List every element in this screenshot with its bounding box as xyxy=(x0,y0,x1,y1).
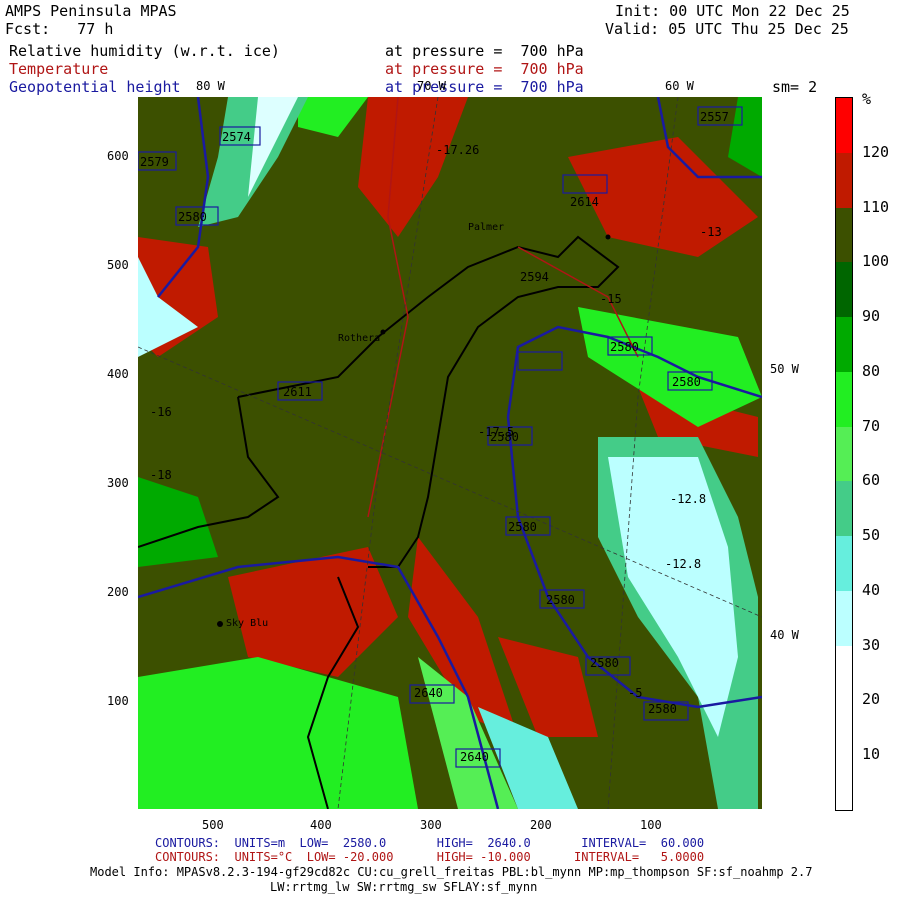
temp-label: -17.26 xyxy=(436,143,480,157)
height-label: 2611 xyxy=(283,385,312,399)
field-height-level: at pressure = 700 hPa xyxy=(385,78,584,96)
height-label: 2579 xyxy=(140,155,169,169)
colorbar-tick-label: 20 xyxy=(862,690,881,709)
colorbar xyxy=(835,97,853,811)
temp-label: -18 xyxy=(150,468,172,482)
valid-time: Valid: 05 UTC Thu 25 Dec 25 xyxy=(605,20,849,38)
colorbar-segment xyxy=(836,481,852,537)
height-label: 2580 xyxy=(590,656,619,670)
lon-label: 60 W xyxy=(665,79,694,93)
x-tick: 500 xyxy=(202,818,224,832)
colorbar-segment xyxy=(836,317,852,373)
temp-label: -15 xyxy=(600,292,622,306)
field-height-name: Geopotential height xyxy=(9,78,181,96)
place-marker xyxy=(217,621,223,627)
lon-label: 70 W xyxy=(417,79,446,93)
y-tick: 300 xyxy=(107,476,129,490)
colorbar-segment xyxy=(836,426,852,482)
init-time: Init: 00 UTC Mon 22 Dec 25 xyxy=(615,2,850,20)
colorbar-tick-label: 10 xyxy=(862,745,881,764)
height-label: 2580 xyxy=(648,702,677,716)
field-rh-name: Relative humidity (w.r.t. ice) xyxy=(9,42,280,60)
colorbar-segment xyxy=(836,645,852,701)
x-tick: 100 xyxy=(640,818,662,832)
temp-label: -17.5 xyxy=(478,425,515,439)
field-temp-level: at pressure = 700 hPa xyxy=(385,60,584,78)
height-label: 2580 xyxy=(508,520,537,534)
colorbar-segment xyxy=(836,700,852,756)
colorbar-tick-label: 110 xyxy=(862,197,890,216)
field-rh-level: at pressure = 700 hPa xyxy=(385,42,584,60)
colorbar-tick-label: 120 xyxy=(862,142,890,161)
lon-label: 50 W xyxy=(770,362,799,376)
temp-label: -12.8 xyxy=(665,557,702,571)
y-tick: 400 xyxy=(107,367,129,381)
lon-label: 80 W xyxy=(196,79,225,93)
temp-label: -12.8 xyxy=(670,492,707,506)
colorbar-tick-label: 40 xyxy=(862,580,881,599)
colorbar-tick-label: 60 xyxy=(862,471,881,490)
height-label: 2580 xyxy=(672,375,701,389)
height-label: 2574 xyxy=(222,130,251,144)
place-label-rothera: Rothera xyxy=(338,333,381,344)
colorbar-tick-label: 90 xyxy=(862,307,881,326)
colorbar-segment xyxy=(836,262,852,318)
height-label: 2580 xyxy=(546,593,575,607)
temp-label: -5 xyxy=(628,686,643,700)
place-marker xyxy=(380,329,386,335)
colorbar-segment xyxy=(836,371,852,428)
height-label: 2580 xyxy=(178,210,207,224)
colorbar-segment xyxy=(836,755,852,811)
lon-label: 40 W xyxy=(770,628,799,642)
place-label-palmer: Palmer xyxy=(468,222,505,233)
footer-model-info: Model Info: MPASv8.2.3-194-gf29cd82c CU:… xyxy=(90,865,813,879)
height-label: 2614 xyxy=(570,195,599,209)
colorbar-segment xyxy=(836,207,852,263)
smoothing-label: sm= 2 xyxy=(772,78,818,96)
colorbar-unit: % xyxy=(862,90,872,108)
x-tick: 300 xyxy=(420,818,442,832)
colorbar-tick-label: 50 xyxy=(862,526,881,545)
place-label-skyblu: Sky Blu xyxy=(226,618,269,629)
colorbar-segment xyxy=(836,536,852,592)
height-label: 2640 xyxy=(414,686,443,700)
colorbar-tick-label: 100 xyxy=(862,252,890,271)
x-tick: 200 xyxy=(530,818,552,832)
height-label: 2580 xyxy=(610,340,639,354)
field-temp-name: Temperature xyxy=(9,60,109,78)
colorbar-tick-label: 80 xyxy=(862,361,881,380)
y-tick: 100 xyxy=(107,694,129,708)
place-marker xyxy=(605,234,611,240)
footer-height-contours: CONTOURS: UNITS=m LOW= 2580.0 HIGH= 2640… xyxy=(155,836,705,850)
colorbar-segment xyxy=(836,152,852,209)
height-label: 2640 xyxy=(460,750,489,764)
footer-temp-contours: CONTOURS: UNITS=°C LOW= -20.000 HIGH= -1… xyxy=(155,850,705,864)
height-label: 2594 xyxy=(520,270,549,284)
colorbar-segment xyxy=(836,98,852,154)
forecast-hour: Fcst: 77 h xyxy=(5,20,114,38)
x-tick: 400 xyxy=(310,818,332,832)
plot-title: AMPS Peninsula MPAS xyxy=(5,2,177,20)
colorbar-segment xyxy=(836,590,852,647)
y-tick: 600 xyxy=(107,149,129,163)
y-tick: 500 xyxy=(107,258,129,272)
temp-label: -16 xyxy=(150,405,172,419)
colorbar-tick-label: 70 xyxy=(862,416,881,435)
footer-model-info-2: LW:rrtmg_lw SW:rrtmg_sw SFLAY:sf_mynn xyxy=(270,880,538,894)
height-label: 2557 xyxy=(700,110,729,124)
temp-label: -13 xyxy=(700,225,722,239)
colorbar-tick-label: 30 xyxy=(862,635,881,654)
y-tick: 200 xyxy=(107,585,129,599)
